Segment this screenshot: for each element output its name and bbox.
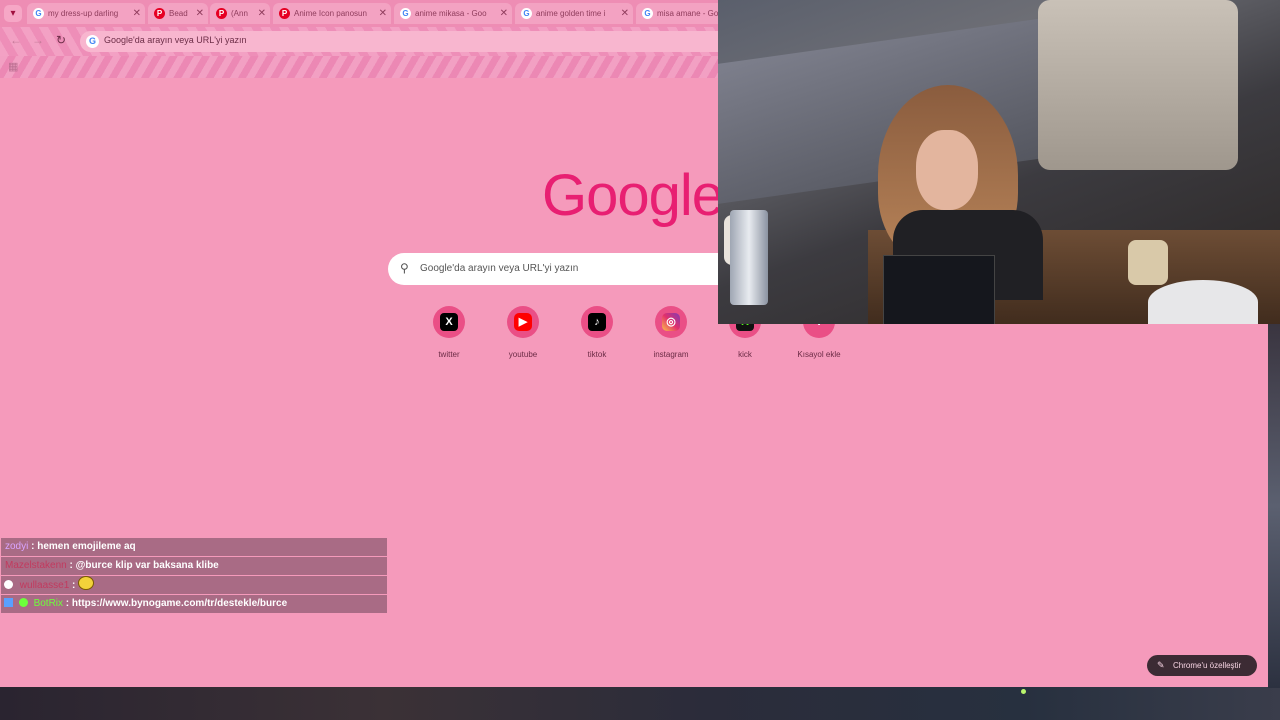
chat-text: hemen emojileme aq [37, 541, 136, 552]
chat-username: wullaasse1 [19, 580, 70, 591]
shortcut-instagram[interactable]: ◎ instagram [641, 306, 701, 362]
close-tab-icon[interactable]: ✕ [500, 3, 508, 24]
shortcut-circle: ◎ [655, 306, 687, 338]
tab-title: my dress-up darling [48, 9, 119, 18]
verified-badge-icon [18, 598, 28, 607]
shortcut-twitter[interactable]: X twitter [419, 306, 479, 362]
tab-5[interactable]: G anime mikasa - Goo ✕ [394, 3, 512, 24]
tab-title: anime mikasa - Goo [415, 9, 487, 18]
shortcut-circle: ▶ [507, 306, 539, 338]
chat-username: zodyi [5, 541, 29, 552]
tab-6[interactable]: G anime golden time i ✕ [515, 3, 633, 24]
search-placeholder: Google'da arayın veya URL'yi yazın [420, 263, 579, 274]
bookmarks-bar: ▦ [0, 56, 718, 78]
shortcut-circle: ♪ [581, 306, 613, 338]
browser-toolbar: ← → ↻ G Google'da arayın veya URL'yi yaz… [0, 27, 718, 56]
chat-message: Mazelstakenn : @burce klip var baksana k… [1, 557, 387, 575]
tab-3[interactable]: P (Ann ✕ [210, 3, 270, 24]
chat-message: BotRix : https://www.bynogame.com/tr/des… [1, 595, 387, 613]
tiktok-icon: ♪ [588, 313, 606, 331]
shortcut-label: Kısayol ekle [797, 350, 841, 359]
search-icon: ⚲ [400, 261, 409, 275]
customize-chrome-label: Chrome'u özelleştir [1173, 661, 1242, 670]
tab-title: anime golden time i [536, 9, 606, 18]
tab-7[interactable]: G misa amane - Go [636, 3, 718, 24]
close-tab-icon[interactable]: ✕ [258, 3, 266, 24]
shortcut-tiktok[interactable]: ♪ tiktok [567, 306, 627, 362]
webcam-candle [1128, 240, 1168, 285]
search-input[interactable]: ⚲ Google'da arayın veya URL'yi yazın [388, 253, 718, 285]
shortcut-label: youtube [508, 350, 538, 359]
webcam-couch [1038, 0, 1238, 170]
shortcut-circle: X [433, 306, 465, 338]
tab-4[interactable]: P Anime Icon panosun ✕ [273, 3, 391, 24]
tab-2[interactable]: P Bead ✕ [148, 3, 208, 24]
user-badge-icon [4, 580, 13, 589]
emote-icon [78, 576, 95, 590]
google-favicon-icon: G [400, 8, 411, 19]
address-bar[interactable]: G Google'da arayın veya URL'yi yazın [80, 31, 718, 52]
shortcut-youtube[interactable]: ▶ youtube [493, 306, 553, 362]
pinterest-favicon-icon: P [216, 8, 227, 19]
stream-chat-overlay: zodyi : hemen emojileme aq Mazelstakenn … [1, 538, 387, 614]
webcam-person-face [916, 130, 978, 210]
shortcut-label: twitter [438, 350, 460, 359]
desktop-indicator-dot [1021, 689, 1026, 694]
close-tab-icon[interactable]: ✕ [621, 3, 629, 24]
close-tab-icon[interactable]: ✕ [196, 3, 204, 24]
tab-title: misa amane - Go [657, 9, 718, 18]
tab-title: (Ann [231, 9, 248, 18]
google-favicon-icon: G [521, 8, 532, 19]
desktop-background-edge [1268, 324, 1280, 688]
pencil-icon: ✎ [1157, 660, 1165, 670]
google-icon: G [86, 35, 99, 48]
address-bar-placeholder: Google'da arayın veya URL'yi yazın [104, 35, 247, 45]
tab-1[interactable]: G my dress-up darling ✕ [27, 3, 145, 24]
shortcut-label: instagram [653, 350, 689, 359]
shortcut-label: kick [738, 350, 752, 359]
bot-badge-icon [4, 598, 13, 607]
close-tab-icon[interactable]: ✕ [133, 3, 141, 24]
chat-username: BotRix [33, 598, 64, 609]
tab-title: Anime Icon panosun [294, 9, 367, 18]
customize-chrome-button[interactable]: ✎ Chrome'u özelleştir [1147, 655, 1257, 676]
pinterest-favicon-icon: P [154, 8, 165, 19]
tab-strip: ▾ G my dress-up darling ✕ P Bead ✕ P (An… [0, 0, 718, 27]
x-logo-icon: X [440, 313, 458, 331]
pinterest-favicon-icon: P [279, 8, 290, 19]
tab-search-button[interactable]: ▾ [4, 5, 22, 22]
desktop-background-strip [0, 687, 1280, 720]
close-tab-icon[interactable]: ✕ [379, 3, 387, 24]
reload-icon[interactable]: ↻ [56, 33, 66, 47]
webcam-bowl [1148, 280, 1258, 324]
chat-username: Mazelstakenn [5, 560, 67, 571]
webcam-can [730, 210, 768, 305]
apps-grid-icon[interactable]: ▦ [8, 60, 18, 73]
tab-title: Bead [169, 9, 188, 18]
instagram-icon: ◎ [662, 313, 680, 331]
youtube-icon: ▶ [514, 313, 532, 331]
back-arrow-icon[interactable]: ← [10, 33, 22, 47]
shortcut-label: tiktok [587, 350, 607, 359]
google-logo: Google [542, 163, 718, 228]
chat-message: wullaasse1 : [1, 576, 387, 594]
chat-message: zodyi : hemen emojileme aq [1, 538, 387, 556]
google-favicon-icon: G [642, 8, 653, 19]
webcam-laptop [883, 255, 995, 324]
forward-arrow-icon[interactable]: → [32, 33, 44, 47]
webcam-overlay [718, 0, 1280, 324]
chat-text: https://www.bynogame.com/tr/destekle/bur… [71, 598, 288, 609]
google-favicon-icon: G [33, 8, 44, 19]
chat-text: @burce klip var baksana klibe [75, 560, 219, 571]
